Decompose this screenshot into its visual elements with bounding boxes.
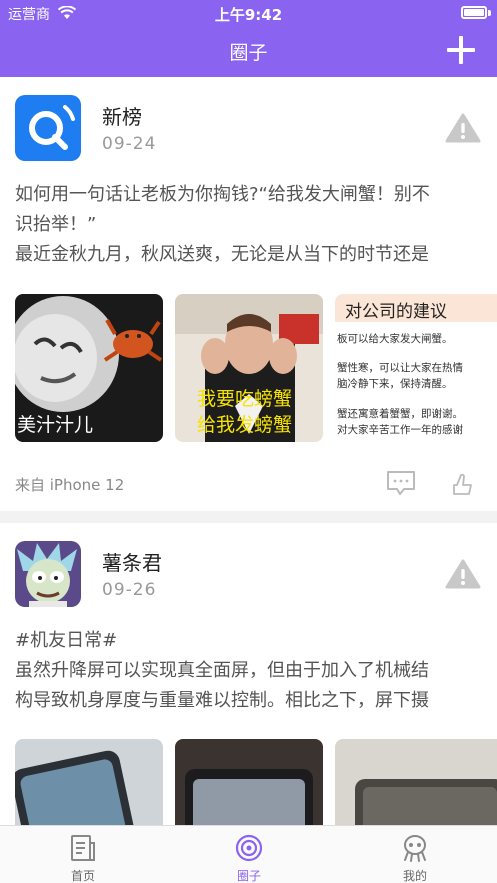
app-logo-icon	[15, 95, 81, 161]
document-line: 对大家辛苦工作一年的感谢	[337, 424, 463, 436]
tab-circle[interactable]: 圈子	[166, 826, 332, 883]
author-name[interactable]: 薯条君	[102, 547, 162, 576]
avatar[interactable]	[15, 95, 81, 161]
warning-icon[interactable]	[445, 559, 481, 589]
post-line: 如何用一句话让老板为你掏钱?“给我发大闸蟹！别不	[15, 184, 430, 205]
meme-image[interactable]: 美汁汁儿	[15, 294, 163, 442]
clock: 上午9:42	[214, 6, 283, 24]
document-icon	[71, 835, 95, 861]
battery-tip	[488, 10, 491, 16]
post-line: #机友日常#	[15, 630, 118, 651]
image-gallery	[15, 739, 497, 825]
add-post-button[interactable]	[447, 36, 475, 64]
author-name[interactable]: 新榜	[102, 101, 142, 130]
document-image[interactable]: 对公司的建议 板可以给大家发大闸蟹。 蟹性寒，可以让大家在热情 脑冷静下来，保持…	[335, 294, 497, 442]
tab-label: 首页	[70, 869, 95, 883]
phone-photo[interactable]	[335, 739, 497, 825]
comment-icon[interactable]	[386, 470, 416, 496]
image-gallery: 美汁汁儿 我要吃螃蟹 给我发螃蟹 对公司的建议 板可以给大家发大闸蟹。 蟹性寒，…	[15, 294, 497, 442]
nav-header: 运营商 上午9:42 圈子	[0, 0, 497, 77]
status-bar: 运营商 上午9:42	[0, 0, 497, 26]
document-line: 脑冷静下来，保持清醒。	[337, 378, 453, 390]
battery-icon	[461, 6, 487, 19]
post-date: 09-26	[102, 580, 157, 600]
like-icon[interactable]	[451, 472, 473, 496]
document-title: 对公司的建议	[335, 294, 497, 322]
post-text[interactable]: 如何用一句话让老板为你掏钱?“给我发大闸蟹！别不 识抬举！” 最近金秋九月，秋风…	[15, 180, 479, 270]
post-line: 构导致机身厚度与重量难以控制。相比之下，屏下摄	[15, 690, 429, 711]
phone-photo-illustration	[15, 739, 163, 825]
tab-label: 圈子	[236, 869, 261, 883]
meme-caption: 给我发螃蟹	[197, 414, 293, 436]
tab-mine[interactable]: 我的	[332, 826, 497, 883]
phone-photo[interactable]	[175, 739, 323, 825]
phone-photo[interactable]	[15, 739, 163, 825]
page-title: 圈子	[229, 42, 268, 64]
post-card[interactable]: 薯条君 09-26 #机友日常# 虽然升降屏可以实现真全面屏，但由于加入了机械结…	[0, 523, 497, 825]
tab-home[interactable]: 首页	[0, 826, 166, 883]
post-source: 来自 iPhone 12	[15, 476, 125, 494]
post-line: 最近金秋九月，秋风送爽，无论是从当下的时节还是	[15, 244, 429, 265]
meme-caption: 美汁汁儿	[17, 414, 94, 436]
post-line: 虽然升降屏可以实现真全面屏，但由于加入了机械结	[15, 660, 429, 681]
document-line: 蟹性寒，可以让大家在热情	[337, 362, 463, 374]
document-line: 蟹还寓意着蟹蟹，即谢谢。	[337, 408, 463, 420]
phone-photo-illustration	[175, 739, 323, 825]
meme-image[interactable]: 我要吃螃蟹 给我发螃蟹	[175, 294, 323, 442]
warning-icon[interactable]	[445, 113, 481, 143]
post-text[interactable]: #机友日常# 虽然升降屏可以实现真全面屏，但由于加入了机械结 构导致机身厚度与重…	[15, 626, 479, 716]
phone-photo-illustration	[335, 739, 497, 825]
cartoon-avatar-icon	[15, 541, 81, 607]
meme-caption: 我要吃螃蟹	[197, 388, 293, 410]
document-line: 板可以给大家发大闸蟹。	[337, 333, 453, 345]
post-card[interactable]: 新榜 09-24 如何用一句话让老板为你掏钱?“给我发大闸蟹！别不 识抬举！” …	[0, 77, 497, 511]
post-date: 09-24	[102, 134, 157, 154]
alien-icon	[404, 835, 426, 862]
post-line: 识抬举！”	[15, 214, 97, 235]
circle-icon	[235, 834, 263, 862]
tab-label: 我的	[402, 869, 427, 883]
avatar[interactable]	[15, 541, 81, 607]
tab-bar: 首页 圈子 我的	[0, 825, 497, 883]
